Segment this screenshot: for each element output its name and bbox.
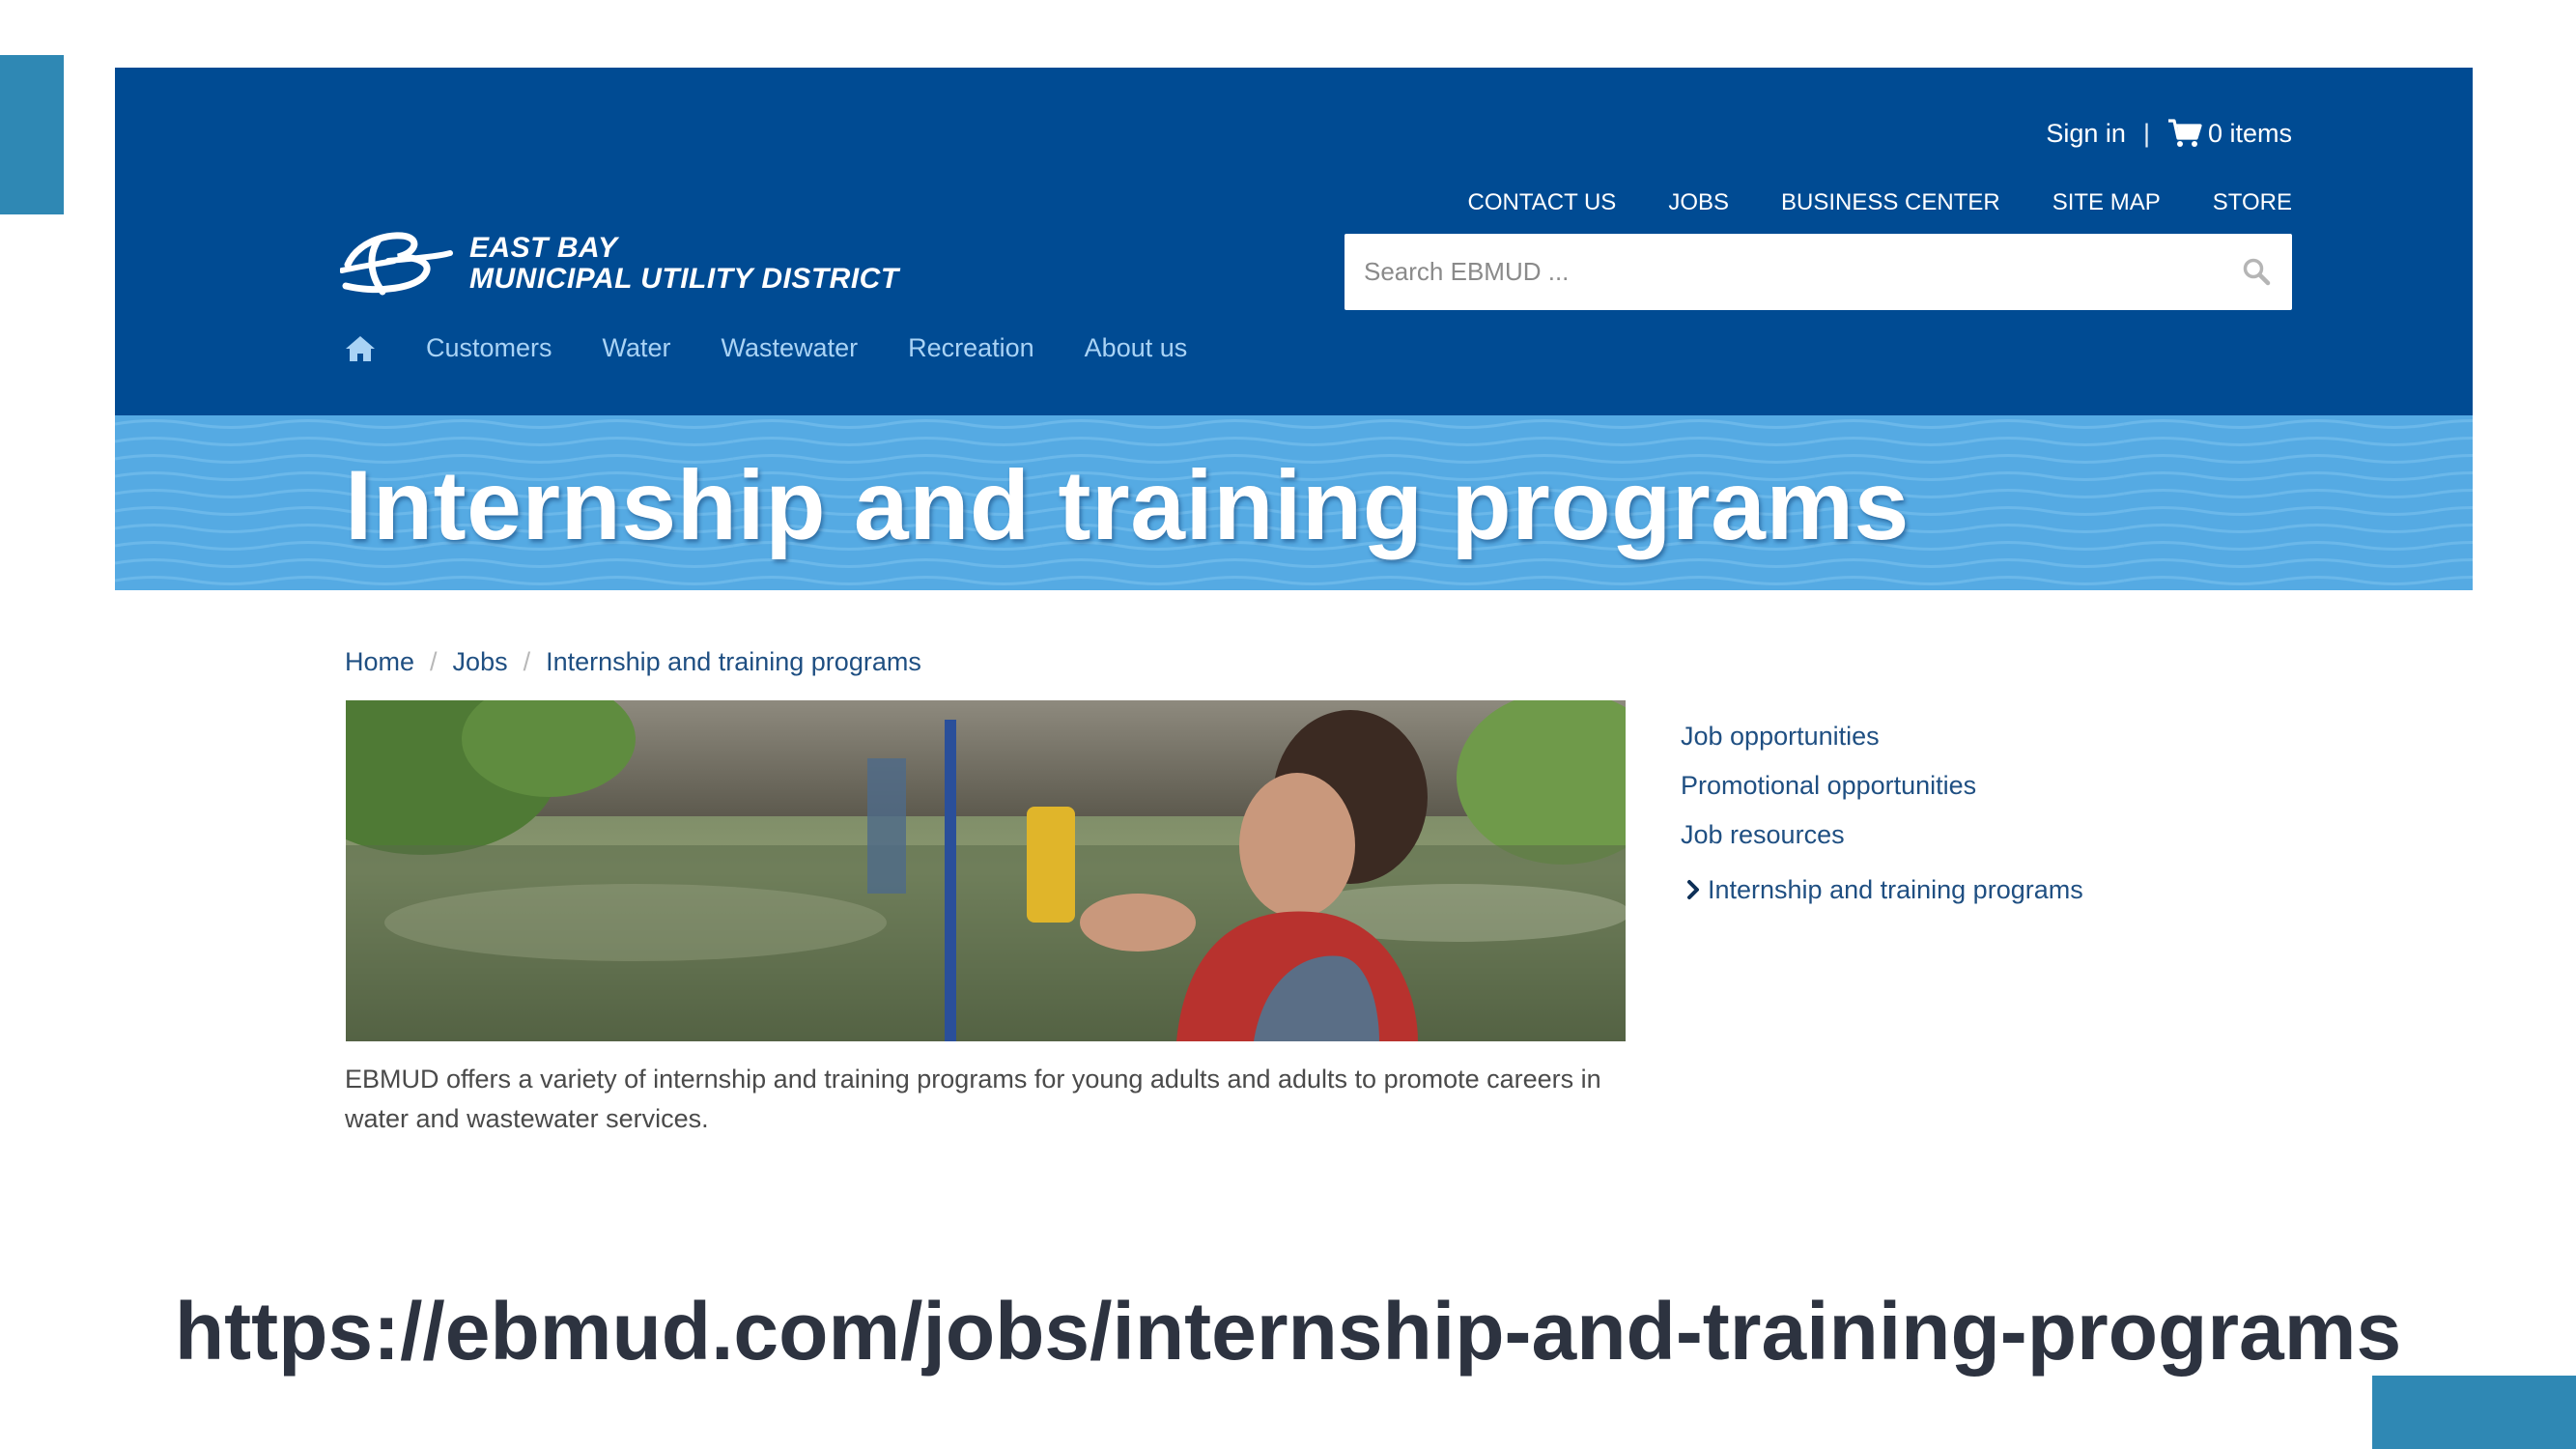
nav-water[interactable]: Water: [603, 333, 671, 363]
ebmud-logo[interactable]: EAST BAY MUNICIPAL UTILITY DISTRICT: [340, 232, 899, 296]
logo-line-2: MUNICIPAL UTILITY DISTRICT: [469, 263, 899, 295]
ebmud-logo-text: EAST BAY MUNICIPAL UTILITY DISTRICT: [469, 233, 899, 295]
site-search: [1345, 234, 2292, 310]
search-input[interactable]: [1345, 234, 2214, 310]
section-nav-job-resources[interactable]: Job resources: [1681, 815, 2083, 865]
main-nav: Customers Water Wastewater Recreation Ab…: [345, 333, 1187, 363]
slide-accent-left: [0, 55, 64, 214]
breadcrumb-jobs[interactable]: Jobs: [453, 647, 508, 677]
home-icon[interactable]: [345, 334, 376, 363]
section-nav-promotional-opportunities[interactable]: Promotional opportunities: [1681, 766, 2083, 815]
top-links: CONTACT US JOBS BUSINESS CENTER SITE MAP…: [1468, 189, 2292, 216]
section-nav-internship-label: Internship and training programs: [1708, 874, 2083, 904]
page-title: Internship and training programs: [345, 450, 1910, 560]
hero-photo-image: [346, 700, 1626, 1041]
logo-line-1: EAST BAY: [469, 232, 618, 264]
cart-link[interactable]: 0 items: [2167, 118, 2292, 149]
ebmud-logo-mark: [340, 232, 453, 296]
utility-bar: Sign in | 0 items: [2046, 118, 2292, 149]
cart-count: 0 items: [2207, 118, 2292, 148]
nav-recreation[interactable]: Recreation: [908, 333, 1034, 363]
sign-in-link[interactable]: Sign in: [2046, 119, 2126, 149]
slide-accent-right: [2372, 1376, 2576, 1449]
top-link-business-center[interactable]: BUSINESS CENTER: [1781, 189, 2000, 216]
page-url-caption: https://ebmud.com/jobs/internship-and-tr…: [174, 1286, 2402, 1377]
utility-separator: |: [2142, 118, 2150, 148]
breadcrumb: Home / Jobs / Internship and training pr…: [345, 647, 921, 677]
search-icon[interactable]: [2242, 257, 2271, 286]
chevron-right-icon: [1687, 879, 1699, 899]
top-link-contact-us[interactable]: CONTACT US: [1468, 189, 1617, 216]
top-link-jobs[interactable]: JOBS: [1668, 189, 1729, 216]
hero-photo: [346, 700, 1626, 1041]
nav-about-us[interactable]: About us: [1085, 333, 1188, 363]
section-nav-internship-current[interactable]: Internship and training programs: [1681, 865, 2083, 914]
site-header: Sign in | 0 items CONTACT US JOBS BUSINE…: [115, 68, 2473, 415]
cart-icon: [2167, 119, 2202, 147]
top-link-store[interactable]: STORE: [2213, 189, 2292, 216]
breadcrumb-separator: /: [523, 647, 531, 676]
breadcrumb-home[interactable]: Home: [345, 647, 414, 677]
page-banner: Internship and training programs: [115, 415, 2473, 590]
top-link-site-map[interactable]: SITE MAP: [2052, 189, 2161, 216]
intro-paragraph: EBMUD offers a variety of internship and…: [345, 1065, 1601, 1133]
breadcrumb-current[interactable]: Internship and training programs: [546, 647, 921, 677]
breadcrumb-separator: /: [430, 647, 438, 676]
section-nav: Job opportunities Promotional opportunit…: [1681, 717, 2083, 914]
nav-customers[interactable]: Customers: [426, 333, 552, 363]
website-screenshot: Sign in | 0 items CONTACT US JOBS BUSINE…: [115, 68, 2473, 1154]
nav-wastewater[interactable]: Wastewater: [722, 333, 859, 363]
section-nav-job-opportunities[interactable]: Job opportunities: [1681, 717, 2083, 766]
